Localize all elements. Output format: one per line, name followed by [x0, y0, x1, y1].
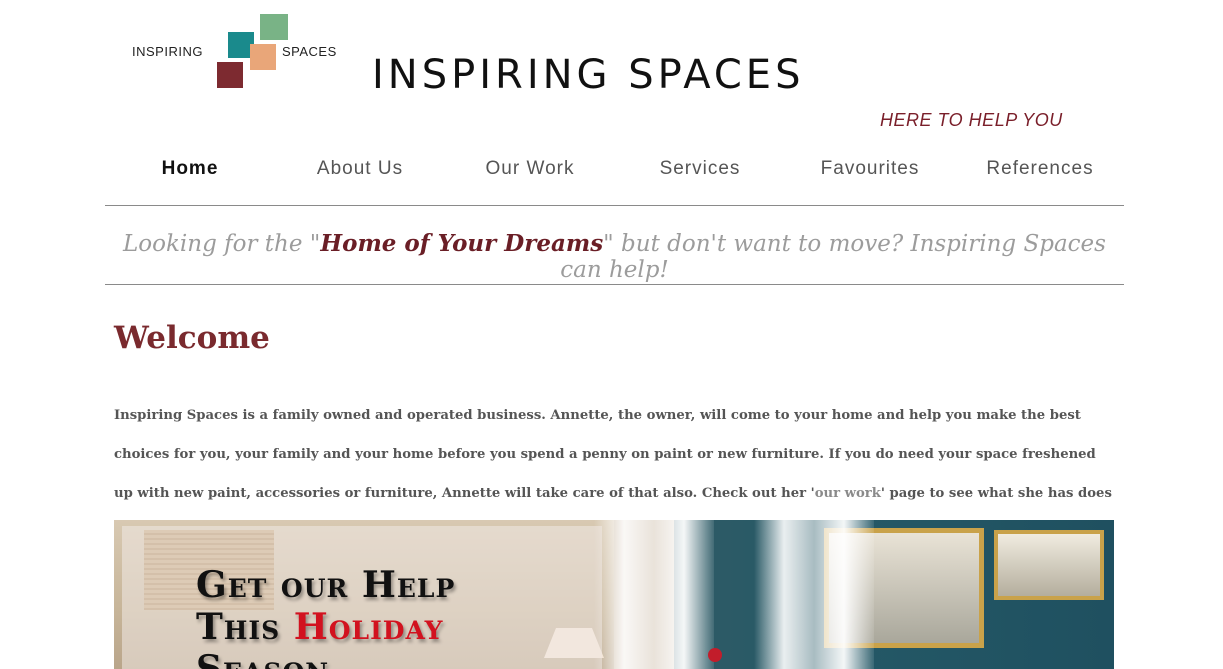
logo-square-green — [260, 14, 288, 40]
banner-highlight: Home of Your Dreams — [320, 230, 604, 257]
site-logo[interactable]: INSPIRING SPACES — [130, 14, 360, 90]
picture-frame — [994, 530, 1104, 600]
promo-text: Get our Help This Holiday Season — [196, 564, 455, 669]
nav-item-references[interactable]: References — [955, 158, 1125, 188]
nav-item-home[interactable]: Home — [105, 158, 275, 188]
logo-text-left: INSPIRING — [132, 44, 203, 59]
red-flower — [708, 648, 722, 662]
hero-image: Get our Help This Holiday Season — [114, 520, 1114, 669]
promo-line-2: This Holiday — [196, 606, 455, 648]
nav-item-favourites[interactable]: Favourites — [785, 158, 955, 188]
nav-item-services[interactable]: Services — [615, 158, 785, 188]
site-title: INSPIRING SPACES — [372, 52, 805, 98]
curtain-left — [594, 520, 714, 669]
promo-line-2-a: This — [196, 606, 294, 648]
page-heading: Welcome — [114, 320, 270, 356]
divider-bottom — [105, 284, 1124, 285]
divider-top — [105, 205, 1124, 206]
nav-item-about-us[interactable]: About Us — [275, 158, 445, 188]
promo-line-3: Season — [196, 648, 330, 669]
promo-holiday: Holiday — [293, 606, 444, 648]
logo-text-right: SPACES — [282, 44, 337, 59]
promo-line-1: Get our Help — [196, 564, 456, 606]
nav-item-our-work[interactable]: Our Work — [445, 158, 615, 188]
our-work-link[interactable]: our work — [815, 486, 881, 501]
tagline: HERE TO HELP YOU — [880, 110, 1063, 130]
main-nav: Home About Us Our Work Services Favourit… — [105, 158, 1125, 188]
banner-suffix: " but don't want to move? Inspiring Spac… — [560, 231, 1106, 283]
curtain-right — [754, 520, 874, 669]
logo-square-orange — [250, 44, 276, 70]
banner-prefix: Looking for the " — [123, 231, 321, 257]
banner-text: Looking for the "Home of Your Dreams" bu… — [105, 230, 1124, 283]
logo-square-red — [217, 62, 243, 88]
